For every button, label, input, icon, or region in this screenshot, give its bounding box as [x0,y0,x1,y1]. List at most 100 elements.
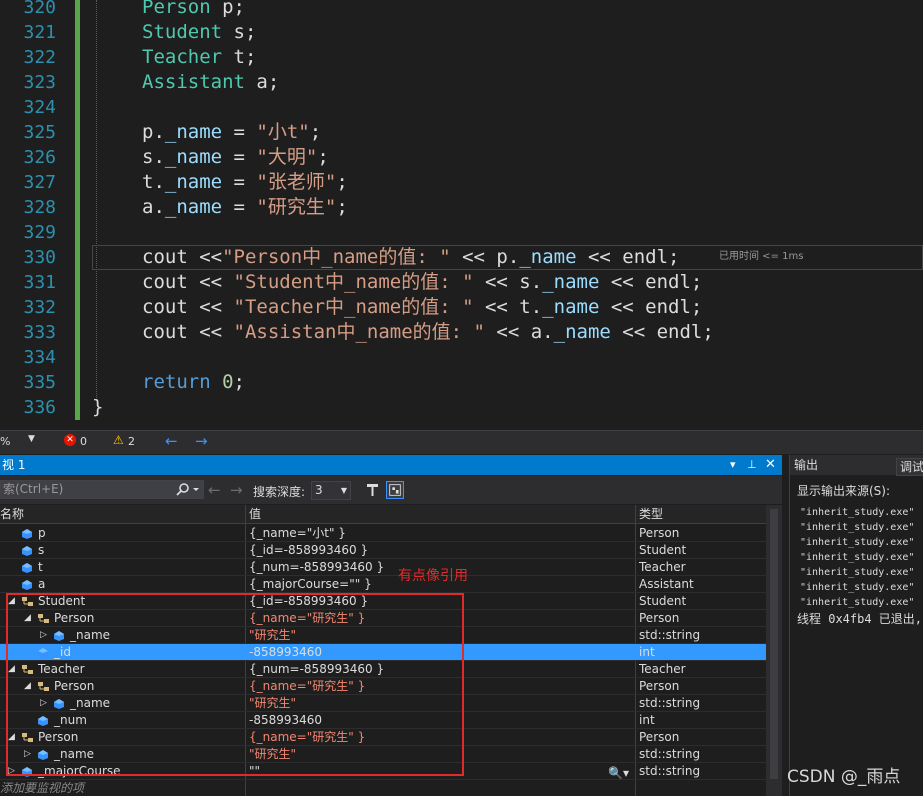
depth-select[interactable]: 3 ▼ [311,481,351,500]
arrow-right-icon[interactable]: → [195,432,208,450]
output-line: "inherit_study.exe" [800,597,915,608]
code-line[interactable]: 333 cout << "Assistan中_name的值: " << a._na… [0,320,923,345]
watch-value[interactable]: {_majorCourse="" } [249,576,372,593]
output-toolbar: 显示输出来源(S): [790,479,923,503]
code-line[interactable]: 321 Student s; [0,20,923,45]
code-text: Student s; [142,20,256,45]
annotation-box [6,593,464,776]
line-number: 335 [23,372,56,393]
code-token: ; [336,196,348,218]
search-placeholder: 索(Ctrl+E) [3,482,64,496]
watch-name: p [38,526,46,540]
vertical-scrollbar[interactable] [766,505,782,796]
line-number: 331 [23,272,56,293]
search-forward-icon[interactable]: → [230,481,243,499]
code-token: "小t" [256,121,310,143]
error-icon[interactable]: ✕ [64,434,76,446]
code-text: cout << "Student中_name的值: " << s._name <… [142,270,702,295]
chevron-down-icon[interactable]: ▼ [28,434,35,444]
line-number: 320 [23,0,56,18]
code-token: _name [553,321,611,343]
code-token: "张老师" [256,171,337,193]
watch-row[interactable]: t {_num=-858993460 } Teacher [0,559,766,576]
code-line[interactable]: 323 Assistant a; [0,70,923,95]
output-line: "inherit_study.exe" [800,507,915,518]
arrow-left-icon[interactable]: ← [165,432,178,450]
error-count[interactable]: 0 [80,435,87,448]
code-line[interactable]: 326 s._name = "大明"; [0,145,923,170]
code-text: Teacher t; [142,45,256,70]
closing-brace: } [92,396,104,418]
watch-type: int [639,713,655,727]
output-window: 输出 显示输出来源(S): 调试 "inherit_study.exe" "inh… [789,455,923,796]
pin-icon[interactable]: ⊥ [747,455,757,475]
code-token: << s. [473,271,543,293]
watch-value[interactable]: {_num=-858993460 } [249,559,384,576]
line-number: 332 [23,297,56,318]
add-watch-row[interactable]: 添加要监视的项 [0,780,766,796]
search-input[interactable]: 索(Ctrl+E) [0,480,204,499]
code-token: cout << [142,296,234,318]
code-token: _name [164,121,223,143]
column-type-header[interactable]: 类型 [639,505,663,524]
warning-count[interactable]: 2 [128,435,135,448]
code-line[interactable]: 325 p._name = "小t"; [0,120,923,145]
code-token: s. [142,146,165,168]
close-icon[interactable]: ✕ [765,455,776,475]
code-line[interactable]: 324 [0,95,923,120]
watch-value[interactable]: {_name="小t" } [249,525,346,542]
warning-icon[interactable]: ⚠ [113,433,124,447]
code-token: << endl; [576,246,680,268]
watch-name: t [38,560,43,574]
code-token: << endl; [599,296,703,318]
watch-type: int [639,645,655,659]
code-token: Student [142,21,223,43]
dropdown-icon[interactable]: ▾ [730,455,736,475]
scrollbar-thumb[interactable] [770,509,778,779]
code-token: ; [317,146,329,168]
code-line[interactable]: 329 [0,220,923,245]
watch-type: Student [639,594,687,608]
output-source-select[interactable]: 调试 [896,458,923,476]
pin-to-source-icon[interactable] [364,481,382,499]
search-icon[interactable] [176,482,202,498]
code-token: a; [244,71,280,93]
code-token: _name [542,296,600,318]
column-name-header[interactable]: 名称 [0,505,24,524]
watch-row[interactable]: a {_majorCourse="" } Assistant [0,576,766,593]
code-token: << a. [484,321,554,343]
watch-type: std::string [639,628,701,642]
code-line[interactable]: 327 t._name = "张老师"; [0,170,923,195]
code-line[interactable]: 320 Person p; [0,0,923,20]
output-text[interactable]: "inherit_study.exe" "inherit_study.exe" "i… [797,505,923,627]
closing-brace-line: } [0,395,923,420]
line-number: 323 [23,72,56,93]
watch-type: std::string [639,764,701,778]
output-source-value: 调试 [900,460,923,474]
code-line[interactable]: 322 Teacher t; [0,45,923,70]
code-line[interactable]: 331 cout << "Student中_name的值: " << s._nam… [0,270,923,295]
code-line[interactable]: 335 return 0; [0,370,923,395]
chevron-down-icon: ▼ [340,486,347,495]
code-token: ; [309,121,322,143]
watch-row[interactable]: s {_id=-858993460 } Student [0,542,766,559]
column-value-header[interactable]: 值 [249,505,261,524]
code-token: cout << [142,321,234,343]
zoom-level[interactable]: % [0,435,10,448]
watch-grid-header: 名称 值 类型 [0,505,766,524]
code-line[interactable]: 334 [0,345,923,370]
code-line[interactable]: 328 a._name = "研究生"; [0,195,923,220]
code-token: << t. [473,296,543,318]
magnifier-icon[interactable]: 🔍▾ [608,766,629,780]
line-number: 333 [23,322,56,343]
code-token: 0 [222,371,234,393]
code-token: ; [233,371,245,393]
watch-value[interactable]: {_id=-858993460 } [249,542,368,559]
code-line[interactable]: 332 cout << "Teacher中_name的值: " << t._nam… [0,295,923,320]
watch-row[interactable]: p {_name="小t" } Person [0,525,766,542]
perf-tip[interactable]: 已用时间 <= 1ms [719,250,803,264]
code-editor[interactable]: 320 Person p; 321 Student s; 322 Teacher t; 32… [0,0,923,430]
search-back-icon[interactable]: ← [208,481,221,499]
watch-type: Student [639,543,687,557]
hex-display-icon[interactable] [386,481,404,499]
